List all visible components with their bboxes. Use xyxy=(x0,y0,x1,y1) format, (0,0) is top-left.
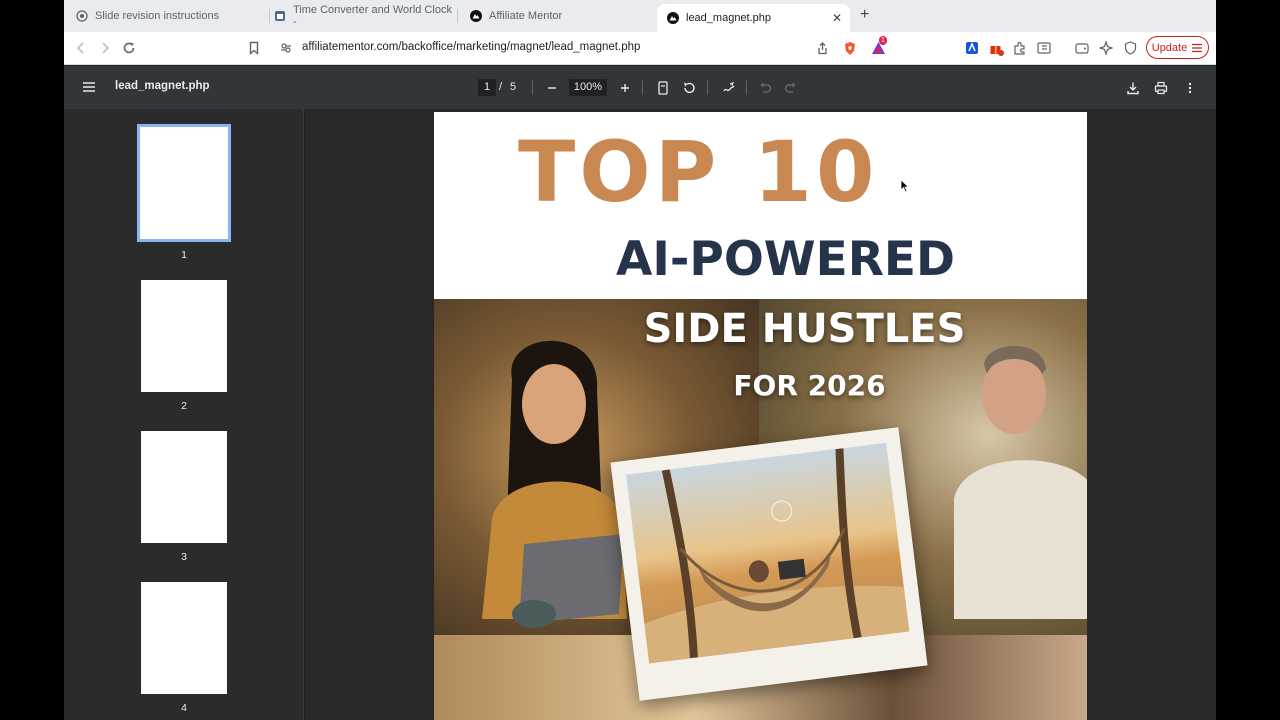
pdf-toolbar: lead_magnet.php 1 / 5 100% xyxy=(64,66,1216,109)
update-button[interactable]: Update xyxy=(1146,36,1209,59)
arrow-right-icon xyxy=(102,42,110,54)
tab-title: Affiliate Mentor xyxy=(489,10,563,22)
calendar-icon xyxy=(274,10,286,22)
pen-icon xyxy=(722,81,735,91)
page-separator: / xyxy=(499,81,503,93)
laptop-figure xyxy=(512,534,624,628)
extensions-puzzle-icon[interactable] xyxy=(1012,40,1028,56)
annotate-button[interactable] xyxy=(720,79,737,96)
man-figure xyxy=(954,345,1087,619)
leo-ai-icon[interactable] xyxy=(1098,40,1114,56)
sidebar-toggle-icon[interactable] xyxy=(1036,40,1052,56)
page-number-input[interactable]: 1 xyxy=(478,79,496,96)
print-button[interactable] xyxy=(1152,79,1169,96)
share-icon[interactable] xyxy=(814,40,830,56)
zoom-in-button[interactable] xyxy=(616,79,633,96)
affiliate-mentor-logo-icon xyxy=(667,12,679,24)
chatgpt-icon xyxy=(76,10,88,22)
new-tab-button[interactable]: + xyxy=(860,7,869,23)
address-bar[interactable]: affiliatementor.com/backoffice/marketing… xyxy=(272,35,868,61)
undo-icon xyxy=(760,82,772,93)
brave-rewards-icon[interactable]: 1 xyxy=(870,36,887,56)
brave-shields-icon[interactable] xyxy=(842,40,858,56)
rotate-icon xyxy=(683,82,695,93)
hamburger-menu-icon[interactable] xyxy=(82,80,96,98)
back-button[interactable] xyxy=(72,39,90,57)
polaroid-hammock-photo xyxy=(610,427,928,701)
rotate-button[interactable] xyxy=(680,79,697,96)
wallet-icon[interactable] xyxy=(1074,40,1090,56)
extension-badge: 1 xyxy=(879,36,887,45)
page-thumbnail-2[interactable] xyxy=(141,280,227,392)
headline-for-2026: FOR 2026 xyxy=(733,369,886,402)
thumbnail-number: 3 xyxy=(181,551,187,563)
pdf-document-area[interactable]: TOP 10 AI-POWERED SIDE HUSTLES FOR 2026 xyxy=(305,109,1216,720)
url-text: affiliatementor.com/backoffice/marketing… xyxy=(302,41,641,53)
plus-icon xyxy=(620,83,629,92)
gift-extension-icon[interactable] xyxy=(988,40,1004,56)
download-button[interactable] xyxy=(1124,79,1141,96)
headline-top-10: TOP 10 xyxy=(518,123,879,221)
download-icon xyxy=(1126,82,1139,94)
browser-window: Slide revision instructions Time Convert… xyxy=(64,0,1216,720)
browser-toolbar: affiliatementor.com/backoffice/marketing… xyxy=(64,32,1216,65)
thumbnail-number: 1 xyxy=(181,249,187,261)
tab-title: Time Converter and World Clock - xyxy=(293,4,452,28)
more-vert-icon xyxy=(1188,82,1191,93)
minus-icon xyxy=(547,86,556,89)
tab-title: lead_magnet.php xyxy=(686,12,772,24)
update-label: Update xyxy=(1151,41,1188,54)
bookmark-button[interactable] xyxy=(245,39,263,57)
mouse-cursor-icon xyxy=(900,179,910,193)
menu-icon xyxy=(1192,43,1203,52)
redo-icon xyxy=(784,82,796,93)
tab-slide-revision[interactable]: Slide revision instructions xyxy=(76,5,270,27)
zoom-input[interactable]: 100% xyxy=(569,79,607,96)
close-tab-icon[interactable]: ✕ xyxy=(832,11,842,25)
headline-side-hustles: SIDE HUSTLES xyxy=(643,306,966,352)
bookmark-icon xyxy=(249,41,259,55)
page-thumbnail-3[interactable] xyxy=(141,431,227,543)
extension-shortcut-icon[interactable] xyxy=(964,40,980,56)
thumbnail-number: 4 xyxy=(181,702,187,714)
reload-icon xyxy=(123,42,135,54)
tab-time-converter[interactable]: Time Converter and World Clock - xyxy=(274,4,458,28)
thumbnail-sidebar: 1 2 3 4 xyxy=(64,109,304,720)
site-settings-icon[interactable] xyxy=(278,40,294,56)
total-pages: 5 xyxy=(510,81,517,93)
cover-photo-collage: SIDE HUSTLES FOR 2026 xyxy=(434,299,1087,720)
tab-lead-magnet[interactable]: lead_magnet.php ✕ xyxy=(657,4,850,32)
tab-title: Slide revision instructions xyxy=(95,10,220,22)
thumbnail-number: 2 xyxy=(181,400,187,412)
arrow-left-icon xyxy=(76,42,84,54)
fit-to-page-button[interactable] xyxy=(654,79,671,96)
forward-button[interactable] xyxy=(96,39,114,57)
page-thumbnail-4[interactable] xyxy=(141,582,227,694)
undo-button[interactable] xyxy=(757,79,774,96)
hammock-beach-scene xyxy=(644,448,910,664)
fit-page-icon xyxy=(657,80,668,95)
pdf-file-name: lead_magnet.php xyxy=(115,80,210,92)
tab-affiliate-mentor[interactable]: Affiliate Mentor xyxy=(470,5,650,27)
headline-ai-powered: AI-POWERED xyxy=(616,232,956,287)
tab-strip: Slide revision instructions Time Convert… xyxy=(64,0,1216,32)
affiliate-mentor-logo-icon xyxy=(470,10,482,22)
more-options-button[interactable] xyxy=(1181,79,1198,96)
redo-button[interactable] xyxy=(782,79,799,96)
pdf-page-1: TOP 10 AI-POWERED SIDE HUSTLES FOR 2026 xyxy=(434,112,1087,720)
vpn-shield-icon[interactable] xyxy=(1122,40,1138,56)
zoom-out-button[interactable] xyxy=(543,79,560,96)
print-icon xyxy=(1154,81,1167,94)
page-thumbnail-1[interactable] xyxy=(137,124,231,242)
reload-button[interactable] xyxy=(120,39,138,57)
